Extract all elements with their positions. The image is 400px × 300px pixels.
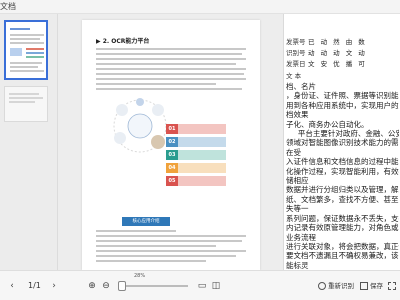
fullscreen-icon — [388, 282, 396, 290]
fit-width-icon[interactable]: ▭ — [196, 280, 208, 292]
page-thumbnail[interactable] — [4, 86, 48, 122]
page-thumbnail[interactable] — [4, 20, 48, 80]
bar-04: 04 — [166, 163, 226, 173]
fullscreen-button[interactable] — [388, 279, 398, 293]
page-indicator[interactable]: 1/1 — [28, 280, 41, 292]
zoom-out-icon[interactable]: ⊖ — [100, 280, 112, 292]
title-bar: 文档 — [0, 0, 400, 14]
zoom-level: 28% — [134, 273, 146, 279]
prev-page-icon[interactable]: ‹ — [6, 280, 18, 292]
zoom-slider[interactable] — [118, 281, 188, 291]
bar-01: 01 — [166, 124, 226, 134]
fit-page-icon[interactable]: ◫ — [210, 280, 222, 292]
document-viewer[interactable]: ▶ 2. OCR能力平台 01 02 03 04 05 核心应用介绍 — [58, 14, 283, 270]
bar-03: 03 — [166, 150, 226, 160]
document-page: ▶ 2. OCR能力平台 01 02 03 04 05 核心应用介绍 — [82, 20, 260, 270]
ocr-text-label: 文 本 — [286, 72, 302, 80]
refresh-icon — [318, 282, 326, 290]
next-page-icon[interactable]: › — [48, 280, 60, 292]
ocr-field-value[interactable]: 文 安 优 播 可 — [308, 58, 367, 70]
ocr-result-panel: 发票号 已 动 然 由 数 识别号 动 动 动 文 动 发票日 文 安 优 播 … — [283, 14, 400, 270]
ocr-field-label: 发票日 — [286, 60, 306, 68]
bar-02: 02 — [166, 137, 226, 147]
zoom-in-icon[interactable]: ⊕ — [86, 280, 98, 292]
ocr-text-area[interactable]: 档、名片 ，身份证、证件照、票据等识别能力 用到各种应用系统中，实现用户的文 档… — [286, 82, 399, 270]
thumbnail-panel[interactable] — [0, 14, 58, 270]
save-button[interactable]: 保存 — [360, 279, 383, 293]
save-icon — [360, 282, 368, 290]
bar-05: 05 — [166, 176, 226, 186]
section-label: 核心应用介绍 — [122, 217, 170, 226]
page-heading: ▶ 2. OCR能力平台 — [96, 38, 150, 45]
infographic-circle — [110, 96, 170, 156]
bottom-toolbar: ‹ 1/1 › ⊕ ⊖ 28% ▭ ◫ 重新识别 保存 — [0, 270, 400, 300]
window-title: 文档 — [0, 2, 16, 11]
zoom-slider-handle[interactable] — [118, 281, 126, 291]
rerecognize-button[interactable]: 重新识别 — [318, 279, 354, 293]
